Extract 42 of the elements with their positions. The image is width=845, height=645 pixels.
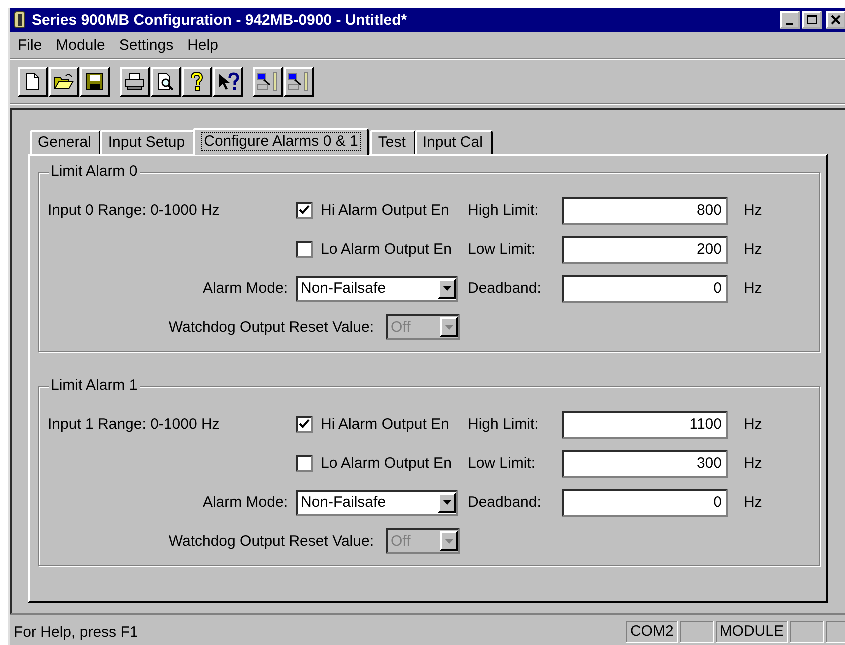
unit-label: Hz — [743, 241, 764, 258]
field-label: Alarm Mode: — [202, 280, 289, 297]
tab[interactable]: Input Cal — [414, 130, 493, 154]
tab[interactable]: Configure Alarms 0 & 1 — [193, 128, 370, 155]
input-field[interactable]: 300 — [562, 450, 728, 478]
field-label: High Limit: — [467, 416, 540, 433]
input-field[interactable]: 1100 — [562, 410, 728, 438]
range-label: Input 1 Range: 0-1000 Hz — [48, 416, 221, 433]
unit-label: Hz — [743, 280, 764, 297]
window-title: Series 900MB Configuration - 942MB-0900 - Untitled* — [32, 12, 408, 28]
field-label: High Limit: — [467, 202, 540, 219]
unit-label: Hz — [743, 494, 764, 511]
field-label: Watchdog Output Reset Value: — [168, 532, 374, 550]
field-label: Low Limit: — [467, 241, 537, 258]
field-label: Watchdog Output Reset Value: — [168, 318, 374, 336]
checkbox-label: Hi Alarm Output En — [321, 202, 450, 219]
unit-label: Hz — [743, 455, 764, 472]
input-field[interactable]: 0 — [562, 274, 728, 302]
dropdown[interactable]: Non-Failsafe — [296, 490, 458, 516]
input-field[interactable]: 0 — [562, 488, 728, 516]
unit-label: Hz — [743, 416, 764, 433]
field-label: Alarm Mode: — [202, 494, 289, 511]
menu-item[interactable]: File — [18, 36, 42, 54]
unit-label: Hz — [743, 202, 764, 219]
menu-item[interactable]: Module — [56, 36, 106, 54]
dropdown[interactable]: Non-Failsafe — [296, 276, 458, 302]
field-label: Deadband: — [467, 494, 542, 511]
field-label: Deadband: — [467, 280, 542, 297]
field-label: Low Limit: — [467, 455, 537, 472]
checkbox-label: Lo Alarm Output En — [321, 241, 452, 258]
tab[interactable]: General — [30, 130, 102, 154]
menu-item[interactable]: Help — [188, 36, 218, 54]
status-pane: COM2 — [626, 621, 678, 643]
checkbox-label: Lo Alarm Output En — [321, 455, 452, 472]
status-text: For Help, press F1 — [14, 624, 140, 640]
input-field[interactable]: 200 — [562, 236, 728, 264]
status-pane: MODULE — [716, 621, 788, 643]
input-field[interactable]: 800 — [562, 196, 728, 224]
range-label: Input 0 Range: 0-1000 Hz — [48, 202, 221, 219]
checkbox-label: Hi Alarm Output En — [321, 416, 450, 433]
menu-item[interactable]: Settings — [119, 36, 174, 54]
tab[interactable]: Test — [370, 130, 416, 154]
